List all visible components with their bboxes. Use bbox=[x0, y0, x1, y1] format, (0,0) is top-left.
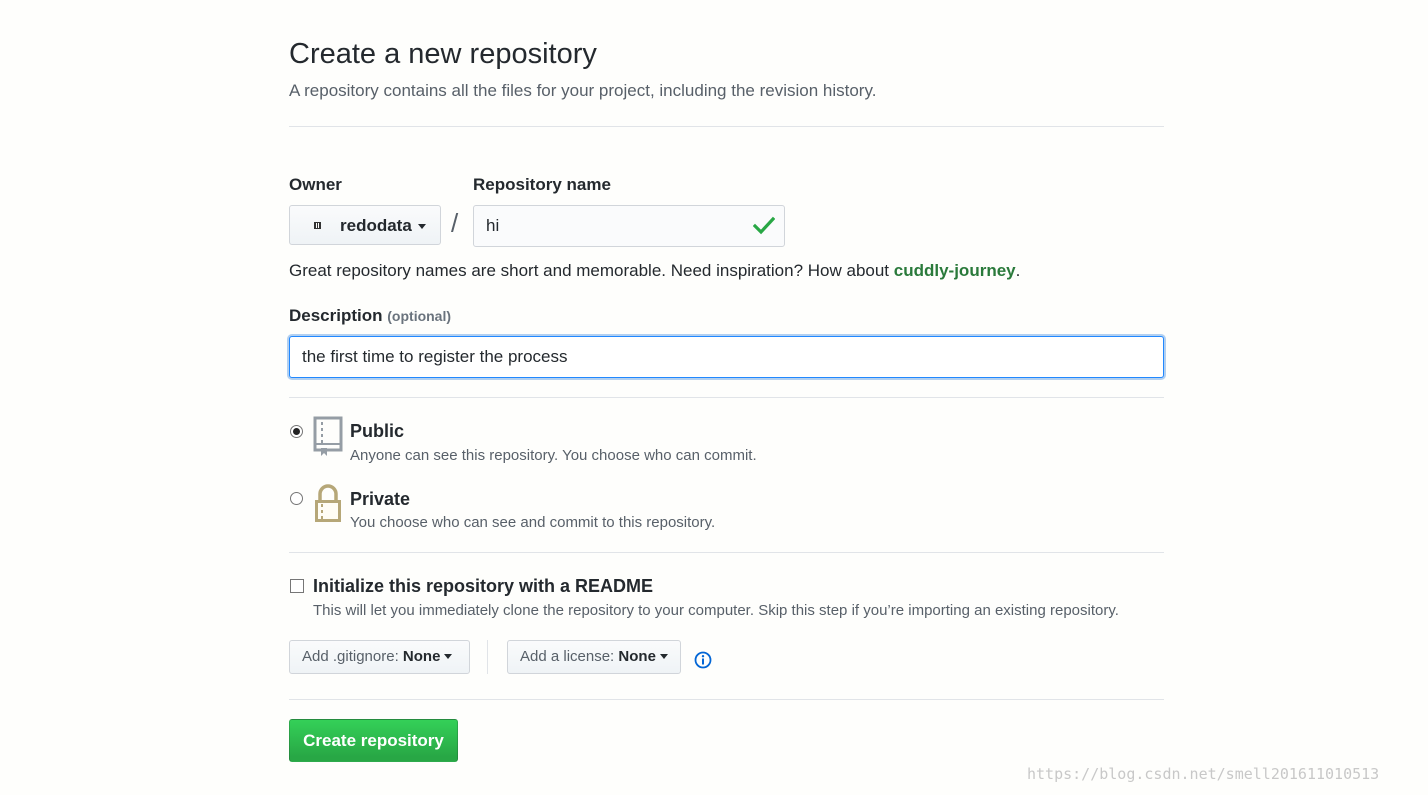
owner-repo-separator: / bbox=[451, 208, 459, 238]
license-prefix: Add a license: bbox=[520, 648, 615, 665]
public-description: Anyone can see this repository. You choo… bbox=[350, 447, 757, 464]
repo-name-input[interactable] bbox=[473, 205, 785, 247]
readme-description: This will let you immediately clone the … bbox=[313, 602, 1119, 619]
repo-name-label: Repository name bbox=[473, 175, 611, 194]
owner-name: redodata bbox=[340, 216, 412, 235]
readme-label[interactable]: Initialize this repository with a README bbox=[313, 576, 653, 597]
caret-down-icon bbox=[659, 653, 668, 659]
lock-icon bbox=[315, 484, 341, 522]
suggested-name-link[interactable]: cuddly-journey bbox=[894, 261, 1016, 280]
divider bbox=[289, 397, 1164, 398]
watermark: https://blog.csdn.net/smell201611010513 bbox=[1027, 765, 1380, 783]
description-input[interactable] bbox=[289, 336, 1164, 378]
public-radio[interactable] bbox=[290, 425, 303, 438]
divider bbox=[289, 552, 1164, 553]
page: Create a new repository A repository con… bbox=[0, 0, 1428, 795]
caret-down-icon bbox=[418, 224, 426, 229]
private-radio[interactable] bbox=[290, 492, 303, 505]
caret-down-icon bbox=[444, 653, 453, 659]
divider bbox=[289, 126, 1164, 127]
description-label-text: Description bbox=[289, 306, 383, 325]
license-select[interactable]: Add a license: None bbox=[507, 640, 681, 674]
gitignore-select[interactable]: Add .gitignore: None bbox=[289, 640, 470, 674]
page-subtitle: A repository contains all the files for … bbox=[289, 81, 877, 100]
repo-book-icon bbox=[313, 416, 343, 456]
identicon-avatar bbox=[314, 222, 321, 229]
owner-label: Owner bbox=[289, 175, 342, 194]
create-repository-button[interactable]: Create repository bbox=[289, 719, 458, 762]
gitignore-prefix: Add .gitignore: bbox=[302, 648, 399, 665]
page-title: Create a new repository bbox=[289, 38, 597, 70]
private-description: You choose who can see and commit to thi… bbox=[350, 514, 716, 531]
repo-name-hint: Great repository names are short and mem… bbox=[289, 261, 1020, 281]
private-title: Private bbox=[350, 489, 411, 509]
hint-suffix: . bbox=[1015, 261, 1021, 280]
vertical-divider bbox=[487, 640, 488, 674]
license-value: None bbox=[618, 648, 656, 665]
description-label: Description (optional) bbox=[289, 306, 451, 326]
check-icon bbox=[753, 216, 775, 235]
divider bbox=[289, 699, 1164, 700]
hint-text: Great repository names are short and mem… bbox=[289, 261, 894, 280]
gitignore-value: None bbox=[402, 648, 441, 665]
public-title: Public bbox=[350, 421, 405, 441]
info-icon[interactable] bbox=[694, 651, 712, 669]
optional-label: (optional) bbox=[387, 308, 452, 324]
owner-select-button[interactable]: redodata bbox=[289, 205, 441, 245]
readme-checkbox[interactable] bbox=[290, 579, 304, 593]
